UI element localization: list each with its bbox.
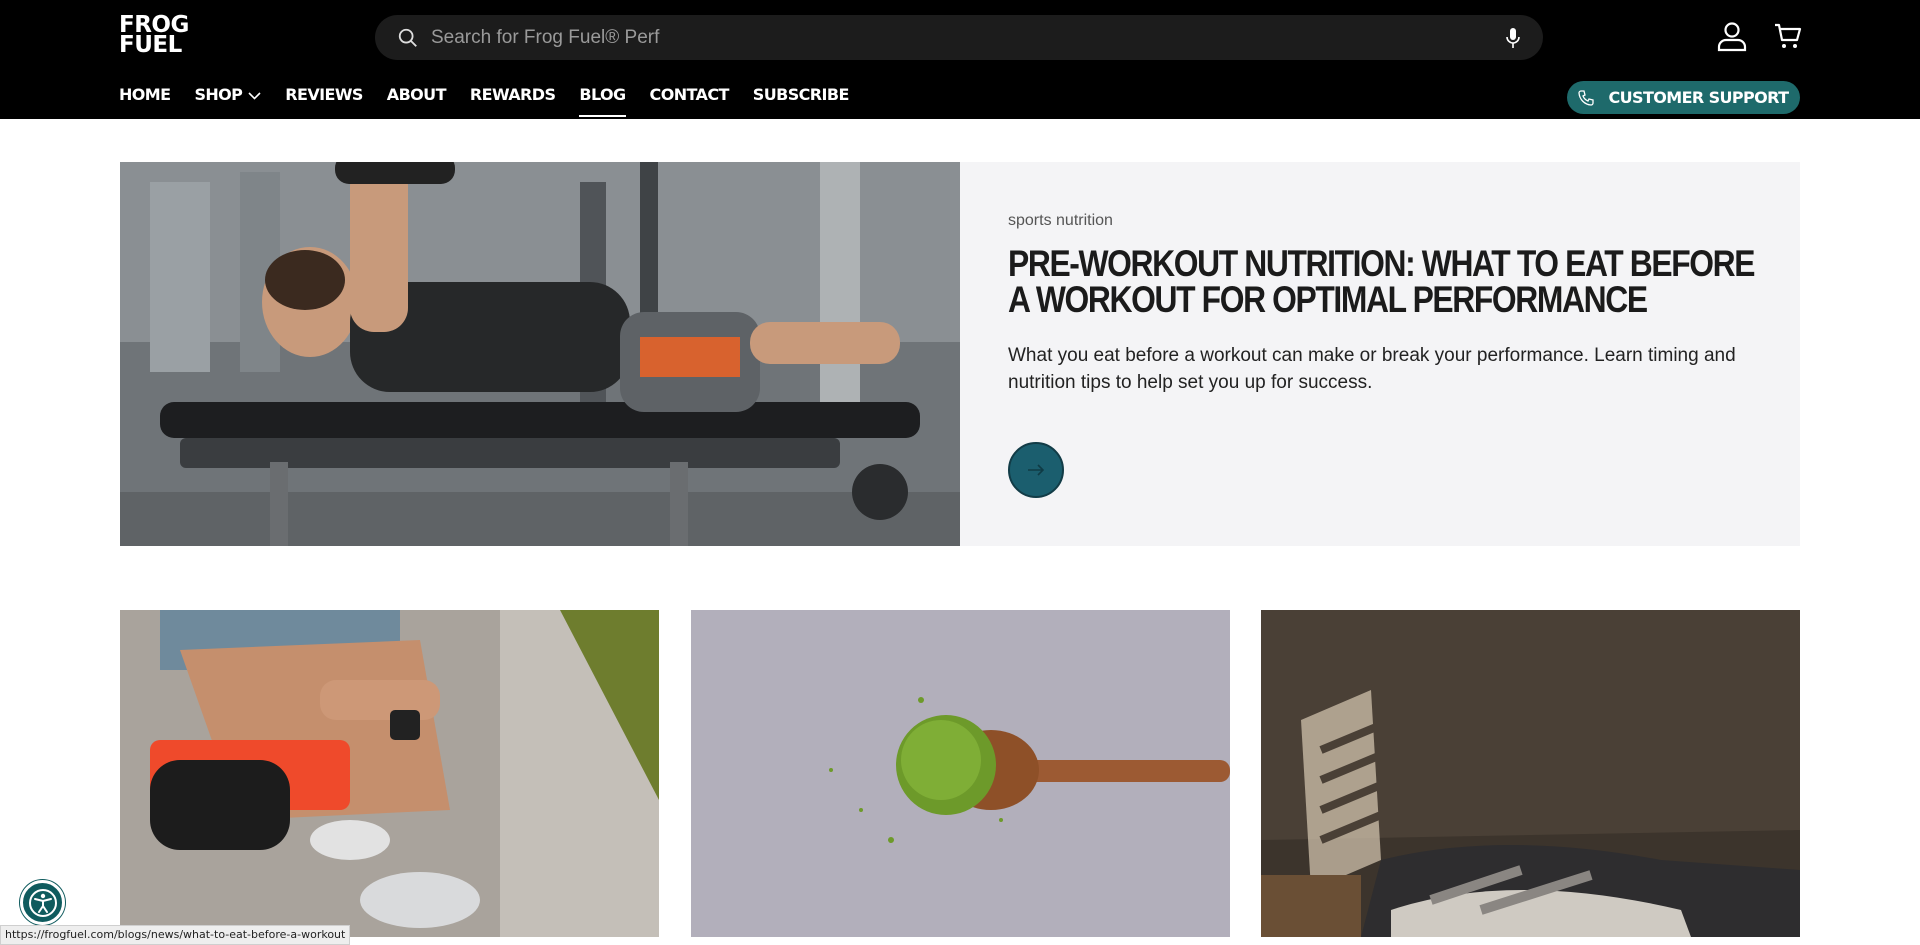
arrow-right-icon [1028, 464, 1045, 476]
accessibility-button[interactable] [20, 880, 65, 925]
nav-home-label: HOME [119, 85, 171, 104]
article-description: What you eat before a workout can make o… [1008, 345, 1736, 393]
article-card-runner[interactable] [120, 610, 659, 937]
nav-about-label: ABOUT [386, 85, 447, 104]
nav-shop[interactable]: SHOP [194, 85, 261, 115]
featured-article-text: sports nutrition PRE-WORKOUT NUTRITION: … [1008, 212, 1768, 396]
microphone-icon[interactable] [1505, 27, 1521, 49]
read-article-button[interactable] [1008, 442, 1064, 498]
customer-support-label: CUSTOMER SUPPORT [1608, 88, 1789, 107]
article-card-greens[interactable] [691, 610, 1230, 937]
runner-watch-photo [120, 610, 659, 937]
site-header: FROG FUEL HOME SHOP REVIEWS ABOUT REWARD… [0, 0, 1920, 119]
chevron-down-icon [248, 92, 261, 100]
nav-home[interactable]: HOME [119, 85, 171, 115]
nav-shop-label: SHOP [194, 85, 243, 104]
article-card-sleep[interactable] [1261, 610, 1800, 937]
customer-support-button[interactable]: CUSTOMER SUPPORT [1567, 81, 1800, 114]
green-powder-spoon-photo [691, 610, 1230, 937]
nav-contact-label: CONTACT [649, 85, 730, 104]
nav-reviews-label: REVIEWS [285, 85, 363, 104]
search-bar[interactable] [375, 15, 1543, 60]
article-title[interactable]: PRE-WORKOUT NUTRITION: WHAT TO EAT BEFOR… [1008, 245, 1756, 318]
phone-icon [1578, 89, 1595, 106]
nav-subscribe[interactable]: SUBSCRIBE [752, 85, 850, 115]
gym-photo [120, 162, 960, 546]
nav-subscribe-label: SUBSCRIBE [752, 85, 850, 104]
nav-rewards-label: REWARDS [469, 85, 556, 104]
nav-rewards[interactable]: REWARDS [470, 85, 556, 115]
article-category-tag[interactable]: sports nutrition [1008, 212, 1768, 230]
nav-blog-label: BLOG [579, 85, 626, 104]
status-bar-url: https://frogfuel.com/blogs/news/what-to-… [0, 925, 351, 945]
search-input[interactable] [431, 26, 1505, 49]
cart-icon[interactable] [1773, 21, 1803, 51]
featured-article[interactable]: sports nutrition PRE-WORKOUT NUTRITION: … [120, 162, 1800, 546]
logo-line-2: FUEL [119, 32, 182, 58]
nav-about[interactable]: ABOUT [386, 85, 447, 115]
bedroom-photo [1261, 610, 1800, 937]
main-nav: HOME SHOP REVIEWS ABOUT REWARDS BLOG CON… [119, 85, 873, 117]
bench-press-image[interactable] [120, 162, 960, 546]
frog-fuel-logo[interactable]: FROG FUEL [119, 14, 221, 58]
search-icon[interactable] [397, 27, 419, 49]
nav-reviews[interactable]: REVIEWS [285, 85, 363, 115]
accessibility-icon [28, 888, 57, 917]
nav-contact[interactable]: CONTACT [649, 85, 730, 115]
nav-blog[interactable]: BLOG [579, 85, 626, 117]
account-icon[interactable] [1716, 20, 1748, 52]
